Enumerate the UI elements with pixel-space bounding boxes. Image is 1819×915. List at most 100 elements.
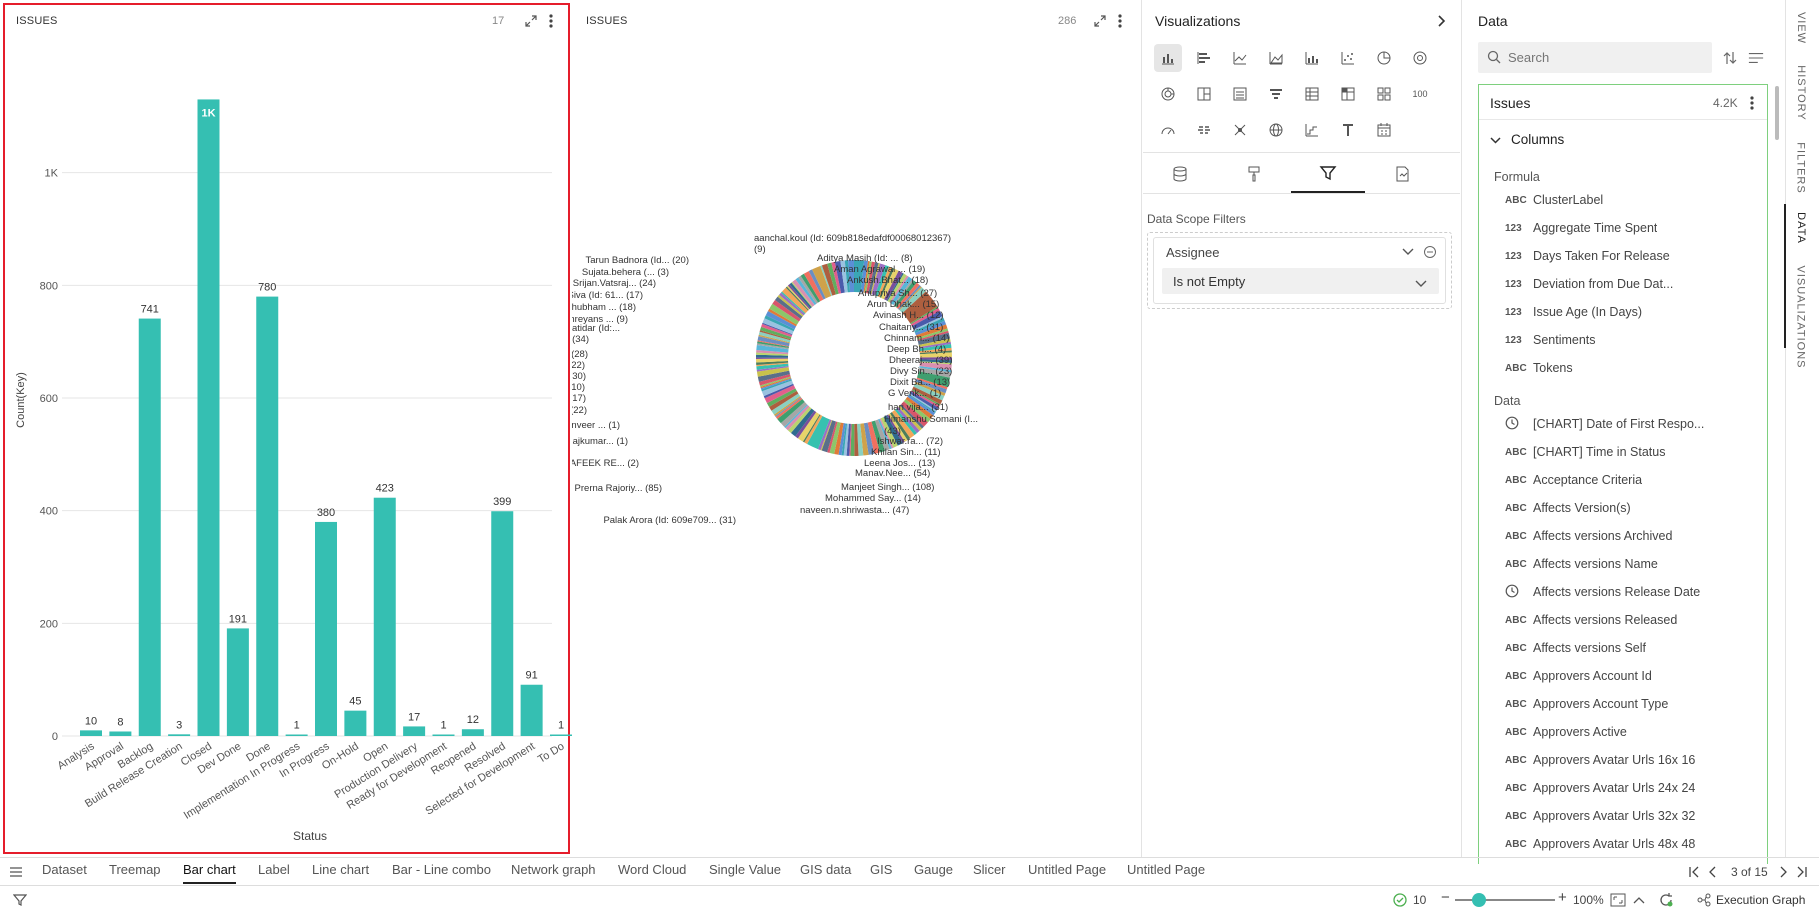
pivot-table-icon[interactable] xyxy=(1334,80,1362,108)
text-icon[interactable] xyxy=(1334,116,1362,144)
bar[interactable] xyxy=(461,729,484,736)
dataset-name[interactable]: Issues xyxy=(1490,95,1530,111)
refresh-icon[interactable] xyxy=(1658,892,1674,908)
field-item[interactable]: ABC Tokens xyxy=(1505,354,1573,382)
bar[interactable] xyxy=(285,734,308,737)
page-tab[interactable]: Single Value xyxy=(709,862,781,884)
bar[interactable] xyxy=(168,734,191,736)
bar[interactable] xyxy=(315,521,337,736)
filter-condition-select[interactable]: Is not Empty xyxy=(1162,268,1439,294)
fit-screen-icon[interactable] xyxy=(1610,892,1626,908)
menu-icon[interactable] xyxy=(8,864,24,880)
first-page-icon[interactable] xyxy=(1686,864,1702,880)
scatter-chart-icon[interactable] xyxy=(1334,44,1362,72)
page-tab[interactable]: Word Cloud xyxy=(618,862,686,884)
area-chart-icon[interactable] xyxy=(1262,44,1290,72)
field-item[interactable]: 123 Aggregate Time Spent xyxy=(1505,214,1657,242)
execution-graph-label[interactable]: Execution Graph xyxy=(1716,893,1805,907)
tab-filters[interactable] xyxy=(1291,155,1365,193)
single-value-icon[interactable]: 100 xyxy=(1406,80,1434,108)
page-tab[interactable]: Bar chart xyxy=(183,862,236,884)
field-item[interactable]: 123 Deviation from Due Dat... xyxy=(1505,270,1673,298)
bar[interactable] xyxy=(256,296,279,736)
next-page-icon[interactable] xyxy=(1776,864,1792,880)
column-chart-icon[interactable] xyxy=(1154,44,1182,72)
tab-visualizations-side[interactable]: VISUALIZATIONS xyxy=(1790,262,1812,372)
matrix-icon[interactable] xyxy=(1370,80,1398,108)
zoom-out-button[interactable]: − xyxy=(1441,889,1450,906)
field-item[interactable]: ABC Affects versions Name xyxy=(1505,550,1658,578)
search-box[interactable] xyxy=(1478,42,1712,73)
bar[interactable] xyxy=(520,684,543,736)
field-item[interactable]: ABC Approvers Active xyxy=(1505,718,1627,746)
execution-graph-icon[interactable] xyxy=(1696,892,1712,908)
scrollbar[interactable] xyxy=(1775,86,1779,140)
pie-chart-icon[interactable] xyxy=(1370,44,1398,72)
filter-icon[interactable] xyxy=(12,892,28,908)
zoom-in-button[interactable]: + xyxy=(1558,889,1567,906)
page-tab[interactable]: GIS xyxy=(870,862,892,884)
network-graph-icon[interactable] xyxy=(1226,116,1254,144)
bar[interactable] xyxy=(344,710,367,736)
tab-format[interactable] xyxy=(1217,155,1291,193)
page-tab[interactable]: Untitled Page xyxy=(1127,862,1205,884)
funnel-chart-icon[interactable] xyxy=(1262,80,1290,108)
list-icon[interactable] xyxy=(1226,80,1254,108)
bar[interactable] xyxy=(138,318,161,736)
field-item[interactable]: ABC Affects versions Self xyxy=(1505,634,1646,662)
chevron-up-icon[interactable] xyxy=(1631,892,1647,908)
search-input[interactable] xyxy=(1506,47,1701,67)
list-options-icon[interactable] xyxy=(1748,50,1764,66)
field-item[interactable]: ABC Affects versions Released xyxy=(1505,606,1677,634)
field-item[interactable]: 123 Days Taken For Release xyxy=(1505,242,1670,270)
bar[interactable] xyxy=(432,734,455,737)
columns-toggle[interactable]: Columns xyxy=(1490,132,1564,147)
zoom-slider-track[interactable] xyxy=(1455,899,1555,901)
bar[interactable] xyxy=(197,99,220,736)
tab-view[interactable]: VIEW xyxy=(1790,6,1812,50)
bar[interactable] xyxy=(491,511,514,736)
bar[interactable] xyxy=(550,734,572,737)
zoom-slider-handle[interactable] xyxy=(1472,893,1486,907)
page-tab[interactable]: Bar - Line combo xyxy=(392,862,491,884)
field-item[interactable]: ABC [CHART] Time in Status xyxy=(1505,438,1665,466)
bar[interactable] xyxy=(109,731,132,736)
gauge-icon[interactable] xyxy=(1154,116,1182,144)
field-item[interactable]: ABC Acceptance Criteria xyxy=(1505,466,1642,494)
tab-filters-side[interactable]: FILTERS xyxy=(1790,138,1812,198)
chevron-down-icon[interactable] xyxy=(1400,244,1416,260)
more-options-icon[interactable] xyxy=(1744,95,1760,111)
field-item[interactable]: ABC Approvers Avatar Urls 32x 32 xyxy=(1505,802,1695,830)
field-item[interactable]: ABC Affects Version(s) xyxy=(1505,494,1631,522)
treemap-icon[interactable] xyxy=(1190,80,1218,108)
bar[interactable] xyxy=(226,628,249,736)
field-item[interactable]: ABC Approvers Avatar Urls 48x 48 xyxy=(1505,830,1695,858)
field-item[interactable]: ABC Approvers Account Type xyxy=(1505,690,1668,718)
calendar-icon[interactable] xyxy=(1370,116,1398,144)
word-cloud-icon[interactable] xyxy=(1190,116,1218,144)
donut-chart-icon[interactable] xyxy=(1406,44,1434,72)
field-item[interactable]: Affects versions Release Date xyxy=(1505,578,1700,606)
page-tab[interactable]: Slicer xyxy=(973,862,1006,884)
field-item[interactable]: ABC ClusterLabel xyxy=(1505,186,1603,214)
field-item[interactable]: ABC Affects versions Archived xyxy=(1505,522,1672,550)
tab-data-side[interactable]: DATA xyxy=(1790,204,1812,252)
prev-page-icon[interactable] xyxy=(1704,864,1720,880)
bar-chart-icon[interactable] xyxy=(1190,44,1218,72)
page-tab[interactable]: Untitled Page xyxy=(1028,862,1106,884)
page-tab[interactable]: Network graph xyxy=(511,862,596,884)
page-tab[interactable]: Dataset xyxy=(42,862,87,884)
more-options-icon[interactable] xyxy=(1112,13,1128,29)
page-tab[interactable]: Gauge xyxy=(914,862,953,884)
globe-icon[interactable] xyxy=(1262,116,1290,144)
sort-icon[interactable] xyxy=(1722,50,1738,66)
expand-icon[interactable] xyxy=(1092,13,1108,29)
page-tab[interactable]: Line chart xyxy=(312,862,369,884)
field-item[interactable]: ABC Approvers Avatar Urls 24x 24 xyxy=(1505,774,1695,802)
last-page-icon[interactable] xyxy=(1794,864,1810,880)
field-item[interactable]: ABC Approvers Avatar Urls 16x 16 xyxy=(1505,746,1695,774)
field-item[interactable]: 123 Sentiments xyxy=(1505,326,1596,354)
page-tab[interactable]: Label xyxy=(258,862,290,884)
remove-filter-icon[interactable] xyxy=(1422,244,1438,260)
bar[interactable] xyxy=(80,730,102,736)
